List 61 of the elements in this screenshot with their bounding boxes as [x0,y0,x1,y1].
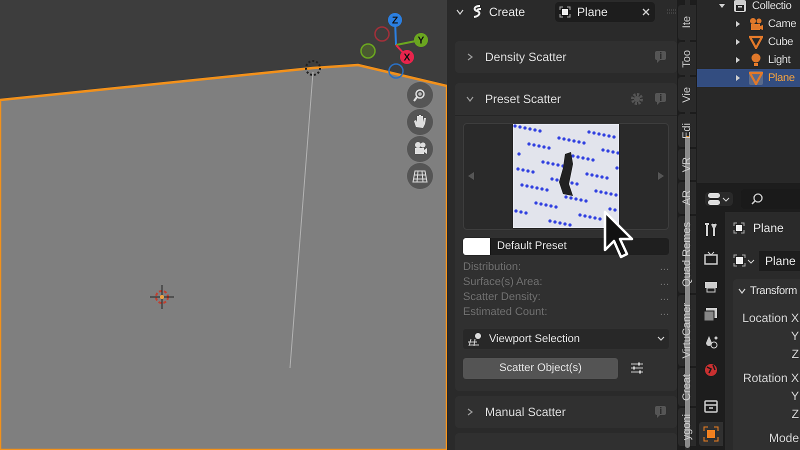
panel-title: Create [489,4,526,21]
preset-color-swatch [463,238,490,255]
stat-label: Surface(s) Area: [463,275,542,290]
search-icon [751,192,763,204]
field-label: Mode [768,430,799,447]
field-label: Y [790,388,799,405]
field-label: Z [792,346,799,363]
collapse-triangle-icon[interactable] [719,3,725,9]
object-name: Plane [753,220,784,237]
scatter-button[interactable]: Scatter Object(s) [463,358,618,379]
object-field[interactable]: Plane [555,2,656,22]
outliner-item[interactable]: Collectio [697,0,800,15]
mesh-icon [749,35,763,49]
panel-header[interactable]: Preset Scatter [485,90,620,108]
scatter-icon [467,332,483,346]
outliner-item[interactable]: Cube [697,33,800,51]
chevron-down-icon[interactable] [737,286,747,296]
drag-handle-icon[interactable] [667,8,678,15]
stat-value: ... [660,305,670,320]
stat-label: Distribution: [463,260,522,276]
object-tab-icon[interactable] [699,422,723,446]
expand-triangle-icon[interactable] [735,21,741,27]
stat-value: ... [660,275,670,290]
expand-triangle-icon[interactable] [735,57,741,63]
panel-header[interactable]: Manual Scatter [485,402,644,421]
object-data-icon[interactable] [733,254,755,268]
axis-gizmo-drawing[interactable]: Z Y X [360,13,428,79]
camera-icon [749,17,763,31]
field-label: Y [790,328,799,345]
outliner-item[interactable]: Came [697,15,800,33]
mesh-icon [749,71,763,85]
addon-logo-icon [471,4,483,20]
preset-name-field[interactable]: Default Preset [463,238,670,255]
outliner-item[interactable]: Plane [697,69,800,87]
editor-type-icon[interactable] [705,192,733,206]
mouse-pointer-icon [602,210,636,260]
field-label: Z [792,406,799,423]
settings-sliders-icon[interactable] [630,362,644,374]
chevron-right-icon[interactable] [465,406,475,417]
stat-label: Estimated Count: [463,305,548,320]
object-name-field[interactable]: Plane [759,251,800,271]
outliner-item[interactable]: Light [697,51,800,69]
chevron-right-icon[interactable] [465,52,475,62]
stat-label: Scatter Density: [463,290,541,306]
close-icon[interactable] [641,6,652,17]
stat-value: ... [660,290,670,306]
pan-icon [411,113,429,131]
field-label: Rotation X [742,370,799,387]
expand-triangle-icon[interactable] [735,39,741,45]
origin-cursor-icon [150,284,174,310]
object-icon [559,6,572,18]
panel-header[interactable]: Transform [750,282,798,300]
panel-header[interactable]: Density Scatter [485,48,644,66]
field-label: Location X [742,310,799,327]
light-object-icon [305,60,321,76]
expand-triangle-icon[interactable] [735,75,741,81]
stat-value: ... [660,260,670,276]
object-icon [733,222,745,234]
preview-image-drawing[interactable] [513,124,620,228]
light-icon [749,53,763,67]
selection-dropdown[interactable]: Viewport Selection [463,328,670,349]
